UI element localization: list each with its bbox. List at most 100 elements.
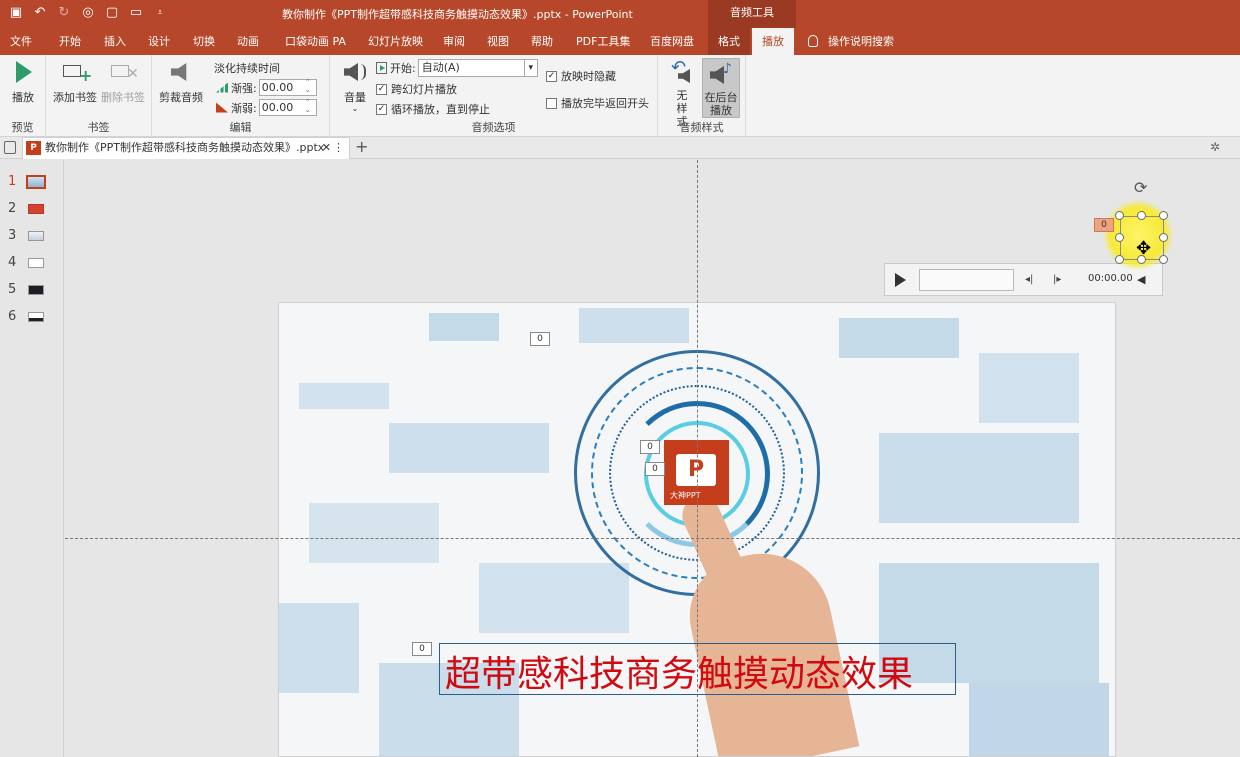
tab-review[interactable]: 审阅: [443, 28, 465, 55]
tab-slideshow[interactable]: 幻灯片放映: [368, 28, 423, 55]
player-forward-icon[interactable]: |▸: [1053, 274, 1061, 285]
move-cursor-icon: ✥: [1136, 238, 1152, 259]
group-audio-styles: ↶ 无样式 ♪ 在后台播放 音频样式: [658, 55, 746, 137]
powerpoint-icon: P: [26, 141, 41, 155]
audio-animation-tag[interactable]: 0: [1094, 218, 1114, 232]
fade-out-input[interactable]: 00.00: [258, 98, 317, 116]
slide-thumb-5[interactable]: 5: [8, 282, 45, 297]
tab-home[interactable]: 开始: [59, 28, 81, 55]
group-label-bookmarks: 书签: [87, 121, 110, 134]
tab-pocket-animation[interactable]: 口袋动画 PA: [285, 28, 346, 55]
tab-design[interactable]: 设计: [148, 28, 170, 55]
slide-thumb-preview: [26, 174, 47, 189]
rewind-checkbox[interactable]: 播放完毕返回开头: [546, 95, 649, 111]
close-tab-icon[interactable]: ✕: [322, 138, 331, 158]
customize-qat-icon[interactable]: ⩡: [152, 4, 168, 22]
tab-playback[interactable]: 播放: [752, 28, 794, 55]
rewind-label: 播放完毕返回开头: [561, 97, 649, 110]
player-volume-icon[interactable]: ◀: [1137, 273, 1145, 286]
hide-label: 放映时隐藏: [561, 70, 616, 83]
tell-me-search[interactable]: 操作说明搜索: [808, 28, 894, 55]
fade-out-row: 渐弱: 00.00: [216, 98, 317, 116]
new-file-icon[interactable]: ▢: [104, 4, 120, 22]
resize-handle[interactable]: [1115, 255, 1124, 264]
group-audio-options: 音量 ⌄ 开始: 自动(A) ✓ 跨幻灯片播放 ✓ 循环播放，直到停止 ✓ 放映…: [330, 55, 658, 137]
resize-handle[interactable]: [1159, 211, 1168, 220]
fade-in-input[interactable]: 00.00: [258, 78, 317, 96]
slide-thumb-4[interactable]: 4: [8, 255, 45, 270]
fade-out-icon: [216, 102, 228, 113]
across-slides-checkbox[interactable]: ✓ 跨幻灯片播放: [376, 81, 457, 97]
from-beginning-icon[interactable]: ◎: [80, 4, 96, 22]
player-play-icon[interactable]: [895, 273, 906, 287]
save-icon[interactable]: ▣: [8, 4, 24, 22]
start-label: 开始:: [390, 62, 416, 75]
fade-out-label: 渐弱:: [231, 101, 257, 115]
resize-handle[interactable]: [1115, 233, 1124, 242]
volume-icon: [341, 59, 369, 85]
tab-format[interactable]: 格式: [708, 28, 750, 55]
tab-pdf-tools[interactable]: PDF工具集: [576, 28, 630, 55]
tab-transitions[interactable]: 切换: [193, 28, 215, 55]
volume-button[interactable]: 音量 ⌄: [340, 59, 370, 113]
document-tab-strip: P 教你制作《PPT制作超带感科技商务触摸动态效果》.pptx ✕ ⋮ + ✲: [0, 137, 1240, 159]
tab-baidu-netdisk[interactable]: 百度网盘: [650, 28, 694, 55]
rotate-handle-icon[interactable]: ⟳: [1134, 178, 1147, 197]
tab-help[interactable]: 帮助: [531, 28, 553, 55]
start-select[interactable]: 自动(A): [417, 59, 538, 77]
slide-thumb-2[interactable]: 2: [8, 201, 45, 216]
player-time: 00:00.00: [1088, 273, 1133, 284]
no-style-icon: ↶: [668, 59, 696, 85]
trim-audio-button[interactable]: 剪裁音频: [158, 59, 204, 105]
remove-bookmark-button[interactable]: ✕ 删除书签: [100, 59, 146, 105]
slide-thumb-preview: [28, 284, 45, 295]
loop-check-icon: ✓: [376, 103, 387, 115]
tab-view[interactable]: 视图: [487, 28, 509, 55]
logo-caption: 大神PPT: [670, 491, 701, 500]
slide-thumb-3[interactable]: 3: [8, 228, 45, 243]
logo-p-icon: P: [676, 454, 716, 486]
tab-animations[interactable]: 动画: [237, 28, 259, 55]
slide-thumbnails-pane: 1 2 3 4 5 6: [0, 160, 64, 757]
trim-audio-label: 剪裁音频: [159, 91, 203, 104]
no-style-button[interactable]: ↶ 无样式: [664, 59, 700, 128]
animation-order-tag[interactable]: 0: [640, 440, 660, 454]
background-tile: [279, 603, 359, 693]
remove-bookmark-label: 删除书签: [101, 91, 145, 104]
redo-icon[interactable]: ↻: [56, 4, 72, 22]
hide-during-show-checkbox[interactable]: ✓ 放映时隐藏: [546, 68, 616, 84]
player-rewind-icon[interactable]: ◂|: [1025, 274, 1033, 285]
tab-more-icon[interactable]: ⋮: [333, 138, 344, 158]
lightbulb-icon: [808, 35, 818, 47]
slide-thumb-1[interactable]: 1: [8, 174, 47, 189]
pin-icon[interactable]: ✲: [1210, 140, 1220, 154]
background-tile: [969, 683, 1109, 756]
document-tab[interactable]: P 教你制作《PPT制作超带感科技商务触摸动态效果》.pptx ✕ ⋮: [22, 137, 350, 159]
slide-thumb-6[interactable]: 6: [8, 309, 45, 324]
audio-player-bar: ◂| |▸ 00:00.00 ◀: [884, 263, 1163, 296]
fade-in-label: 渐强:: [231, 81, 257, 95]
play-in-background-button[interactable]: ♪ 在后台播放: [702, 58, 740, 118]
player-progress-track[interactable]: [919, 269, 1014, 291]
animation-order-tag[interactable]: 0: [530, 332, 550, 346]
volume-label: 音量: [344, 91, 366, 104]
loop-checkbox[interactable]: ✓ 循环播放，直到停止: [376, 101, 490, 117]
resize-handle[interactable]: [1159, 255, 1168, 264]
quick-access-toolbar: ▣ ↶ ↻ ◎ ▢ ▭ ⩡: [8, 4, 168, 22]
ribbon-tabs: 文件 开始 插入 设计 切换 动画 口袋动画 PA 幻灯片放映 审阅 视图 帮助…: [0, 28, 1240, 55]
tab-file[interactable]: 文件: [10, 28, 32, 55]
animation-order-tag[interactable]: 0: [412, 642, 432, 656]
resize-handle[interactable]: [1137, 211, 1146, 220]
add-bookmark-button[interactable]: + 添加书签: [52, 59, 98, 105]
animation-order-tag[interactable]: 0: [645, 462, 665, 476]
resize-handle[interactable]: [1115, 211, 1124, 220]
resize-handle[interactable]: [1159, 233, 1168, 242]
open-folder-icon[interactable]: ▭: [128, 4, 144, 22]
new-tab-icon[interactable]: +: [355, 137, 368, 157]
tab-insert[interactable]: 插入: [104, 28, 126, 55]
background-tile: [879, 433, 1079, 523]
tell-me-label: 操作说明搜索: [828, 35, 894, 48]
undo-icon[interactable]: ↶: [32, 4, 48, 22]
tab-list-icon[interactable]: [4, 141, 16, 154]
play-button[interactable]: 播放: [8, 59, 38, 105]
